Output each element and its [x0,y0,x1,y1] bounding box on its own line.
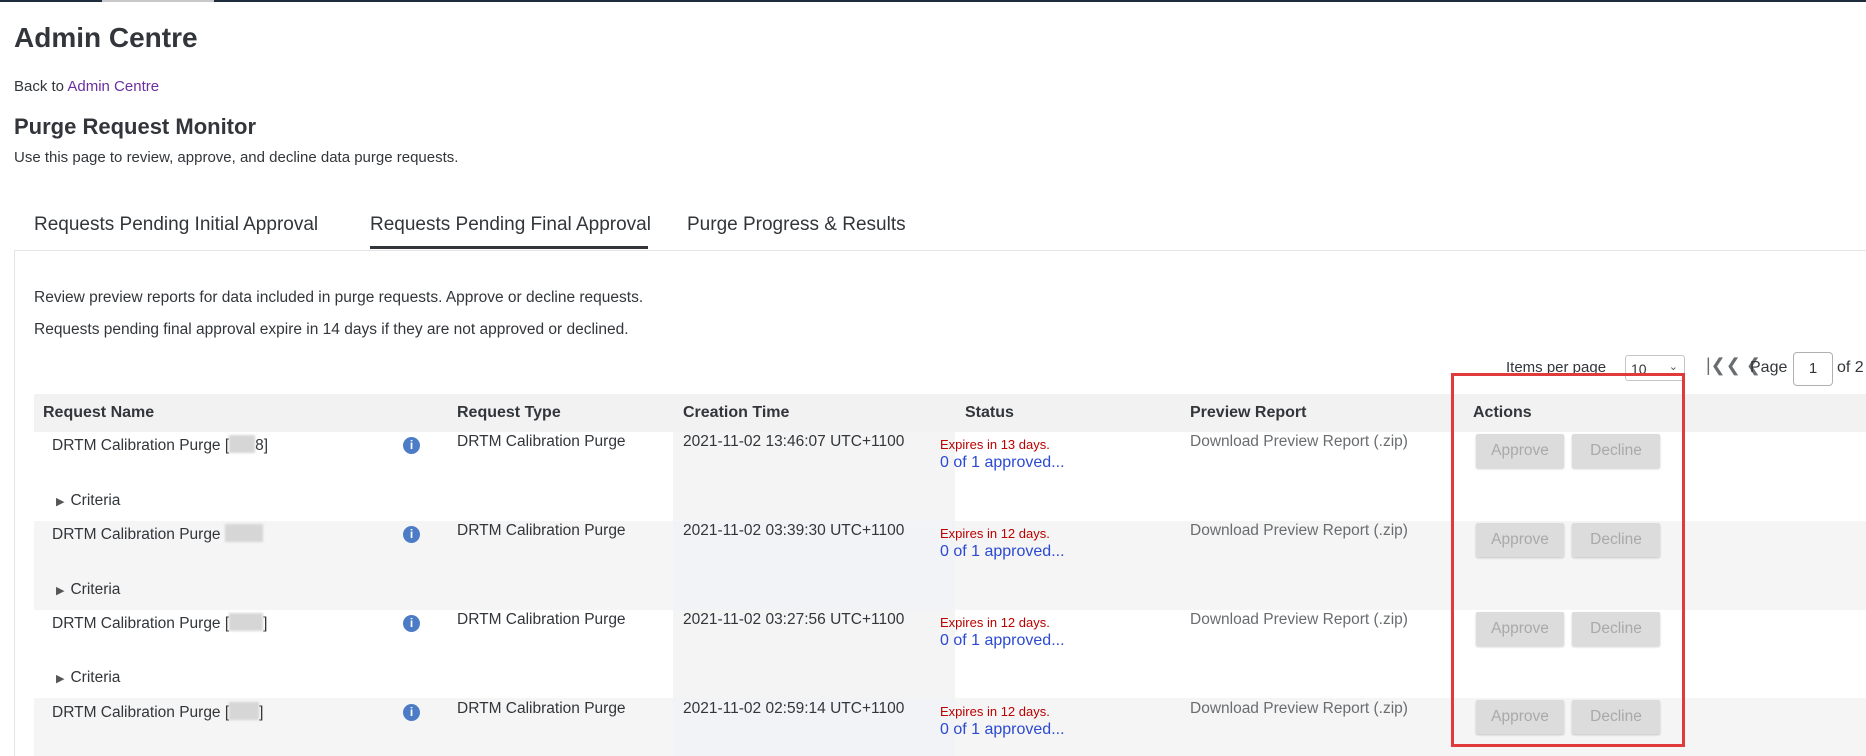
info-text-expiry: Requests pending final approval expire i… [34,321,629,338]
top-shell-bar [0,0,1866,2]
column-header-request-name: Request Name [43,404,155,421]
approve-button[interactable]: Approve [1476,612,1564,646]
decline-button[interactable]: Decline [1572,700,1660,734]
request-name-suffix: ] [263,615,268,632]
approve-button[interactable]: Approve [1476,434,1564,468]
request-name-suffix: ] [259,704,264,721]
creation-time: 2021-11-02 03:39:30 UTC+1100 [683,522,905,539]
triangle-right-icon: ▶ [56,496,65,508]
download-preview-report-link[interactable]: Download Preview Report (.zip) [1190,700,1408,718]
creation-time: 2021-11-02 02:59:14 UTC+1100 [683,700,905,717]
request-type: DRTM Calibration Purge [457,611,626,628]
expires-status: Expires in 12 days. [940,615,1050,630]
request-name-cell: DRTM Calibration Purge [] [52,613,267,633]
column-header-status: Status [965,404,1014,421]
request-name: DRTM Calibration Purge [ [52,615,230,632]
creation-time: 2021-11-02 13:46:07 UTC+1100 [683,433,905,450]
info-icon[interactable]: i [403,526,420,543]
redacted-text [229,613,264,631]
decline-button[interactable]: Decline [1572,523,1660,557]
shell-tab-indicator [102,0,214,2]
tab-pending-final-approval[interactable]: Requests Pending Final Approval [370,214,651,236]
table-header: Request Name Request Type Creation Time … [34,394,1866,432]
decline-button[interactable]: Decline [1572,434,1660,468]
items-per-page-label: Items per page [1506,359,1607,376]
tab-pending-initial-approval[interactable]: Requests Pending Initial Approval [34,214,318,236]
redacted-text [229,702,260,720]
download-preview-report-link[interactable]: Download Preview Report (.zip) [1190,522,1408,540]
chevron-down-icon: ⌄ [1668,361,1678,373]
redacted-text [229,435,256,453]
column-header-actions: Actions [1473,404,1532,421]
expires-status: Expires in 12 days. [940,526,1050,541]
back-nav: Back to Admin Centre [14,78,159,95]
approval-status-link[interactable]: 0 of 1 approved... [940,454,1065,472]
request-name-cell: DRTM Calibration Purge [] [52,702,263,722]
back-prefix: Back to [14,78,65,95]
page-total-label: of 2 [1837,359,1864,376]
info-icon[interactable]: i [403,704,420,721]
items-per-page-value: 10 [1631,361,1647,377]
request-name: DRTM Calibration Purge [52,526,221,543]
approval-status-link[interactable]: 0 of 1 approved... [940,543,1065,561]
section-title: Purge Request Monitor [14,114,257,139]
request-type: DRTM Calibration Purge [457,522,626,539]
page-title: Admin Centre [14,22,198,53]
tab-bar: Requests Pending Initial Approval Reques… [14,198,1866,250]
triangle-right-icon: ▶ [56,673,65,685]
triangle-right-icon: ▶ [56,585,65,597]
criteria-toggle[interactable]: ▶ Criteria [56,492,120,510]
section-subtitle: Use this page to review, approve, and de… [14,149,459,166]
request-name: DRTM Calibration Purge [ [52,437,230,454]
criteria-label: Criteria [70,669,121,686]
approve-button[interactable]: Approve [1476,523,1564,557]
approval-status-link[interactable]: 0 of 1 approved... [940,721,1065,739]
request-name-cell: DRTM Calibration Purge [ 8] [52,435,268,455]
request-name: DRTM Calibration Purge [ [52,704,230,721]
request-name-cell: DRTM Calibration Purge [52,524,263,544]
criteria-label: Criteria [70,581,121,598]
criteria-toggle[interactable]: ▶ Criteria [56,581,120,599]
column-header-creation-time: Creation Time [683,404,790,421]
request-type: DRTM Calibration Purge [457,700,626,717]
active-tab-indicator [370,246,648,249]
info-icon[interactable]: i [403,437,420,454]
double-chevron-left-icon[interactable]: |❮❮ [1706,355,1741,375]
criteria-label: Criteria [70,492,121,509]
criteria-toggle[interactable]: ▶ Criteria [56,669,120,687]
page-label: Page [1750,359,1788,376]
info-text-review: Review preview reports for data included… [34,289,644,306]
request-name-suffix: 8] [255,437,269,454]
expires-status: Expires in 13 days. [940,437,1050,452]
info-icon[interactable]: i [403,615,420,632]
items-per-page-select[interactable]: 10 ⌄ [1625,355,1685,381]
creation-time: 2021-11-02 03:27:56 UTC+1100 [683,611,905,628]
approval-status-link[interactable]: 0 of 1 approved... [940,632,1065,650]
redacted-text [224,524,263,542]
back-to-admin-centre-link[interactable]: Admin Centre [67,78,159,95]
page-number-input[interactable]: 1 [1793,352,1833,386]
tab-purge-progress-results[interactable]: Purge Progress & Results [687,214,906,236]
decline-button[interactable]: Decline [1572,612,1660,646]
request-type: DRTM Calibration Purge [457,433,626,450]
approve-button[interactable]: Approve [1476,700,1564,734]
download-preview-report-link[interactable]: Download Preview Report (.zip) [1190,433,1408,451]
download-preview-report-link[interactable]: Download Preview Report (.zip) [1190,611,1408,629]
column-header-preview-report: Preview Report [1190,404,1307,421]
column-header-request-type: Request Type [457,404,561,421]
expires-status: Expires in 12 days. [940,704,1050,719]
